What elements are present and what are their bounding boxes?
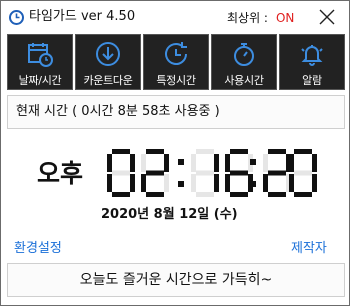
alarm-label: 알람 [302, 74, 322, 87]
clock-segment-f [225, 154, 230, 172]
clock-segment-f [141, 154, 146, 172]
alarm-button[interactable]: 알람 [279, 34, 345, 90]
clock-segment-g [196, 170, 214, 176]
clock-segment-g [146, 170, 164, 176]
window-title: 타임가드 ver 4.50 [29, 9, 136, 24]
clock-digit-minute-ones [225, 149, 253, 197]
bell-icon [301, 45, 323, 66]
clock-digit-minute-tens [191, 149, 219, 197]
clock-segment-c [164, 174, 169, 192]
clock-segment-f [289, 154, 294, 172]
app-clock-icon [9, 10, 24, 25]
clock-segment-c [312, 174, 317, 192]
clock-segment-e [263, 174, 268, 192]
clock-segment-g [230, 170, 248, 176]
clock-segment-a [146, 149, 164, 154]
clock-segment-e [107, 174, 112, 192]
always-on-top-label: 최상위 : [227, 11, 268, 25]
clock-digit-hour-tens [107, 149, 135, 197]
clock-digit-second-tens [263, 149, 291, 197]
clock-segment-d [146, 192, 164, 197]
current-date: 2020년 8월 12일 (수) [101, 207, 238, 222]
always-on-top-value: ON [275, 11, 295, 25]
calendar-icon [28, 43, 53, 67]
clock-segment-a [294, 149, 312, 154]
clock-segment-d [268, 192, 286, 197]
clock-colon [250, 159, 256, 187]
stopwatch-icon [234, 43, 254, 66]
clock-segment-c [214, 174, 219, 192]
clock-segment-a [230, 149, 248, 154]
main-toolbar: 날짜/시간 카운트다운 특정시간 사용시간 알람 [7, 34, 345, 90]
countdown-label: 카운트다운 [83, 74, 133, 87]
clock-segment-f [107, 154, 112, 172]
always-on-top-toggle[interactable]: 최상위 : ON [227, 10, 294, 26]
slogan-banner: 오늘도 즐거운 시간으로 가득히~ [7, 263, 345, 297]
clock-segment-d [294, 192, 312, 197]
clock-segment-a [196, 149, 214, 154]
maker-link[interactable]: 제작자 [291, 237, 327, 256]
clock-segment-b [214, 154, 219, 172]
clock-segment-b [130, 154, 135, 172]
download-arrow-icon [96, 42, 120, 66]
date-time-label: 날짜/시간 [18, 74, 62, 87]
countdown-button[interactable]: 카운트다운 [75, 34, 141, 90]
specific-time-label: 특정시간 [156, 74, 196, 87]
clock-segment-c [130, 174, 135, 192]
specific-time-button[interactable]: 특정시간 [143, 34, 209, 90]
clock-segment-g [294, 170, 312, 176]
clock-segment-f [191, 154, 196, 172]
clock-digit-second-ones [289, 149, 317, 197]
clock-colon [178, 159, 184, 187]
clock-segment-d [112, 192, 130, 197]
close-icon[interactable] [319, 9, 335, 25]
clock-segment-b [164, 154, 169, 172]
clock-segment-e [289, 174, 294, 192]
clock-segment-d [230, 192, 248, 197]
digital-clock [107, 149, 317, 197]
clock-segment-b [312, 154, 317, 172]
clock-segment-e [141, 174, 146, 192]
usage-status: 현재 시간 ( 0시간 8분 58초 사용중 ) [7, 95, 345, 129]
clock-refresh-icon [165, 42, 187, 65]
usage-time-label: 사용시간 [224, 74, 264, 87]
am-pm-indicator: 오후 [37, 159, 84, 188]
clock-segment-g [112, 170, 130, 176]
date-time-button[interactable]: 날짜/시간 [7, 34, 73, 90]
clock-segment-d [196, 192, 214, 197]
clock-segment-e [191, 174, 196, 192]
clock-segment-g [268, 170, 286, 176]
clock-segment-a [112, 149, 130, 154]
clock-digit-hour-ones [141, 149, 169, 197]
clock-segment-f [263, 154, 268, 172]
clock-segment-e [225, 174, 230, 192]
title-bar: 타임가드 ver 4.50 최상위 : ON [1, 1, 349, 33]
clock-segment-a [268, 149, 286, 154]
timeguard-window: 타임가드 ver 4.50 최상위 : ON 날짜/시간 카운트다운 특정시간 … [0, 0, 350, 306]
settings-link[interactable]: 환경설정 [14, 237, 62, 256]
usage-time-button[interactable]: 사용시간 [211, 34, 277, 90]
